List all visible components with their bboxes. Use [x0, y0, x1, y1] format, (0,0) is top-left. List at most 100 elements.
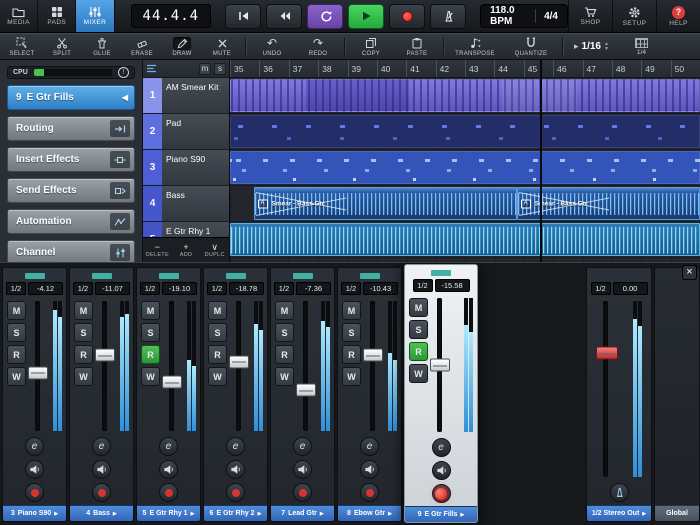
channel-io-routing[interactable]: 1/2 [207, 282, 227, 295]
channel-name-label[interactable]: 8 Ebow Gtr ▶ [338, 505, 401, 521]
channel-edit-button[interactable]: e [293, 437, 312, 456]
channel-name-label[interactable]: 7 Lead Gtr ▶ [271, 505, 334, 521]
quantize-button[interactable]: QUANTIZE [503, 34, 559, 59]
output-io-routing[interactable]: 1/2 [591, 282, 611, 295]
quantize-spinner[interactable]: ▲ ▼ [604, 42, 609, 52]
solo-button[interactable]: S [275, 323, 294, 342]
region-pad[interactable] [230, 115, 700, 148]
stereo-out-strip[interactable]: 1/2 0.00 1/2 Stereo Out ▶ [586, 267, 652, 522]
track-list-options-icon[interactable] [146, 63, 157, 74]
mute-button[interactable]: M [342, 301, 361, 320]
undo-button[interactable]: ↶ UNDO [249, 34, 295, 59]
duplicate-track-button[interactable]: ∨ DUPLC [200, 238, 229, 262]
track-row[interactable]: 2 Pad [143, 114, 229, 150]
play-button[interactable] [348, 4, 384, 29]
delete-track-button[interactable]: − DELETE [143, 238, 172, 262]
channel-io-routing[interactable]: 1/2 [140, 282, 160, 295]
time-position-display[interactable]: 44.4.4 [131, 4, 212, 28]
solo-button[interactable]: S [74, 323, 93, 342]
channel-edit-button[interactable]: e [226, 437, 245, 456]
erase-tool[interactable]: ERASE [122, 34, 162, 59]
setup-button[interactable]: SETUP [612, 0, 656, 32]
fader-cap[interactable] [162, 376, 182, 389]
read-automation-button[interactable]: R [275, 345, 294, 364]
volume-fader[interactable] [364, 299, 398, 433]
quantize-value-selector[interactable]: ▸ 1/16 ▲ ▼ [574, 41, 609, 52]
channel-edit-button[interactable]: e [25, 437, 44, 456]
channel-edit-button[interactable]: e [159, 437, 178, 456]
channel-io-routing[interactable]: 1/2 [73, 282, 93, 295]
channel-edit-button[interactable]: e [92, 437, 111, 456]
mute-button[interactable]: M [409, 298, 428, 317]
record-arm-button[interactable] [159, 483, 178, 502]
mute-button[interactable]: M [208, 301, 227, 320]
read-automation-button[interactable]: R [342, 345, 361, 364]
region-am-smear-kit[interactable] [230, 79, 700, 112]
channel-edit-button[interactable]: e [432, 438, 451, 457]
metronome-button[interactable] [430, 4, 466, 29]
write-automation-button[interactable]: W [74, 367, 93, 386]
go-to-start-button[interactable] [225, 4, 261, 29]
channel-name-label[interactable]: 9 E Gtr Fills ▶ [405, 506, 477, 522]
mixer-strip-4[interactable]: 1/2 -11.07 M S R W e [69, 267, 134, 522]
draw-tool[interactable]: DRAW [162, 34, 202, 59]
pads-button[interactable]: PADS [38, 0, 76, 32]
monitor-button[interactable] [226, 460, 245, 479]
mixer-strip-3[interactable]: 1/2 -4.12 M S R W e [2, 267, 67, 522]
fader-cap[interactable] [95, 349, 115, 362]
channel-name-label[interactable]: 5 E Gtr Rhy 1 ▶ [137, 505, 200, 521]
monitor-button[interactable] [360, 460, 379, 479]
write-automation-button[interactable]: W [141, 367, 160, 386]
output-volume-fader[interactable] [591, 299, 648, 479]
fader-cap[interactable] [229, 355, 249, 368]
solo-button[interactable]: S [208, 323, 227, 342]
paste-button[interactable]: PASTE [394, 34, 440, 59]
region-bass-audio-2[interactable]: A Smear - Bass Gtr [517, 187, 700, 220]
info-icon[interactable]: ! [118, 67, 129, 78]
mixer-strip-5[interactable]: 1/2 -19.10 M S R W e [136, 267, 201, 522]
fader-cap[interactable] [430, 359, 450, 372]
read-automation-button[interactable]: R [74, 345, 93, 364]
volume-fader[interactable] [297, 299, 331, 433]
volume-fader[interactable] [96, 299, 130, 433]
close-mixer-button[interactable]: × [682, 265, 697, 280]
monitor-button[interactable] [92, 460, 111, 479]
record-arm-button[interactable] [226, 483, 245, 502]
media-button[interactable]: MEDIA [0, 0, 38, 32]
read-automation-button[interactable]: R [208, 345, 227, 364]
channel-io-routing[interactable]: 1/2 [341, 282, 361, 295]
inspector-item-routing[interactable]: Routing [7, 116, 135, 141]
volume-fader[interactable] [230, 299, 264, 433]
add-track-button[interactable]: + ADD [172, 238, 201, 262]
record-arm-button[interactable] [293, 483, 312, 502]
write-automation-button[interactable]: W [208, 367, 227, 386]
inspector-item-channel[interactable]: Channel [7, 240, 135, 262]
volume-fader[interactable] [431, 296, 474, 434]
mute-column-header[interactable]: m [199, 63, 211, 75]
record-button[interactable] [389, 4, 425, 29]
region-bass-audio-1[interactable]: A Smear - Bass Gtr [254, 187, 517, 220]
help-button[interactable]: ? HELP [656, 0, 700, 32]
record-arm-button[interactable] [25, 483, 44, 502]
fader-cap[interactable] [363, 349, 383, 362]
record-arm-button[interactable] [92, 483, 111, 502]
inspector-item-insert-effects[interactable]: Insert Effects [7, 147, 135, 172]
mute-button[interactable]: M [7, 301, 26, 320]
write-automation-button[interactable]: W [275, 367, 294, 386]
copy-button[interactable]: COPY [348, 34, 394, 59]
redo-button[interactable]: ↷ REDO [295, 34, 341, 59]
write-automation-button[interactable]: W [409, 364, 428, 383]
solo-button[interactable]: S [7, 323, 26, 342]
read-automation-button[interactable]: R [409, 342, 428, 361]
inspector-item-automation[interactable]: Automation [7, 209, 135, 234]
mixer-button[interactable]: MIXER [76, 0, 114, 32]
track-row[interactable]: 3 Piano S90 [143, 150, 229, 186]
channel-name-label[interactable]: 6 E Gtr Rhy 2 ▶ [204, 505, 267, 521]
output-name-label[interactable]: 1/2 Stereo Out ▶ [587, 505, 651, 521]
grid-value-selector[interactable]: 1/4 [635, 38, 648, 56]
track-row[interactable]: 1 AM Smear Kit [143, 78, 229, 114]
mixer-strip-7[interactable]: 1/2 -7.36 M S R W e [270, 267, 335, 522]
mixer-strip-6[interactable]: 1/2 -18.78 M S R W e [203, 267, 268, 522]
record-arm-button[interactable] [432, 484, 451, 503]
shop-button[interactable]: SHOP [568, 0, 612, 32]
